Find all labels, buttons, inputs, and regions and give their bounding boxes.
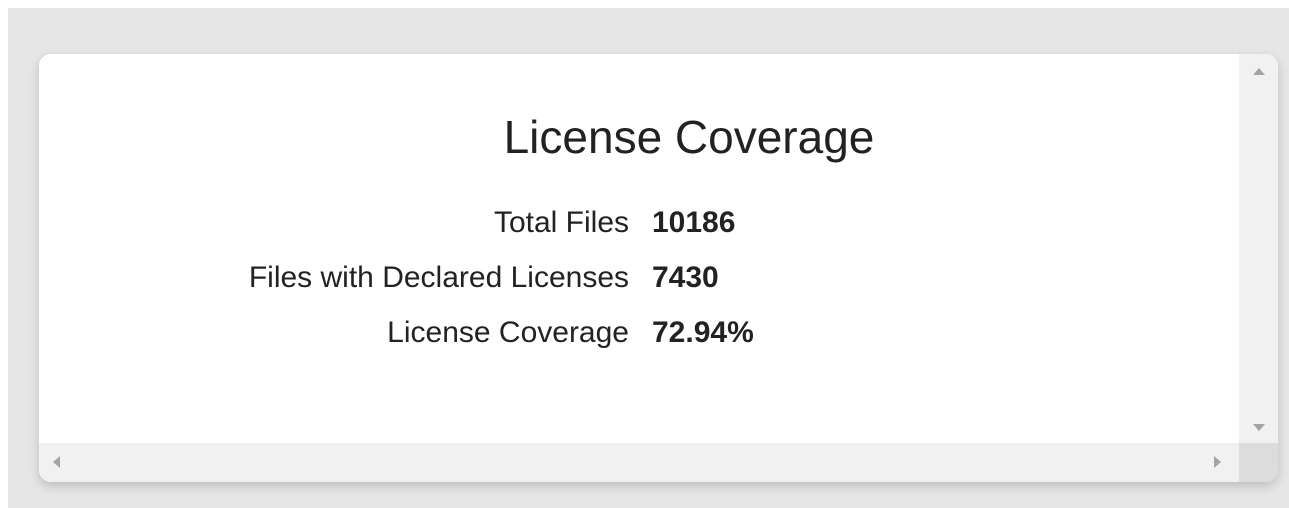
card-content: License Coverage Total Files 10186 Files… — [39, 54, 1239, 443]
stats-list: Total Files 10186 Files with Declared Li… — [39, 206, 1239, 371]
stat-label: Files with Declared Licenses — [248, 261, 629, 294]
scroll-down-icon[interactable] — [1253, 424, 1265, 431]
scroll-left-icon[interactable] — [53, 456, 60, 468]
stat-row-license-coverage: License Coverage 72.94% — [39, 316, 1239, 371]
stat-row-declared-licenses: Files with Declared Licenses 7430 — [39, 261, 1239, 316]
stat-label: License Coverage — [387, 316, 629, 349]
stat-row-total-files: Total Files 10186 — [39, 206, 1239, 261]
stat-value: 72.94% — [652, 316, 754, 349]
stat-label: Total Files — [493, 206, 629, 239]
page-background: License Coverage Total Files 10186 Files… — [8, 8, 1289, 508]
stat-value: 10186 — [652, 206, 736, 239]
stat-value: 7430 — [652, 261, 719, 294]
license-coverage-card: License Coverage Total Files 10186 Files… — [39, 54, 1278, 482]
scroll-right-icon[interactable] — [1214, 456, 1221, 468]
card-title: License Coverage — [503, 111, 875, 163]
horizontal-scrollbar[interactable] — [39, 443, 1239, 482]
scrollbar-corner — [1239, 443, 1278, 482]
scroll-up-icon[interactable] — [1253, 68, 1265, 75]
vertical-scrollbar[interactable] — [1239, 54, 1278, 443]
